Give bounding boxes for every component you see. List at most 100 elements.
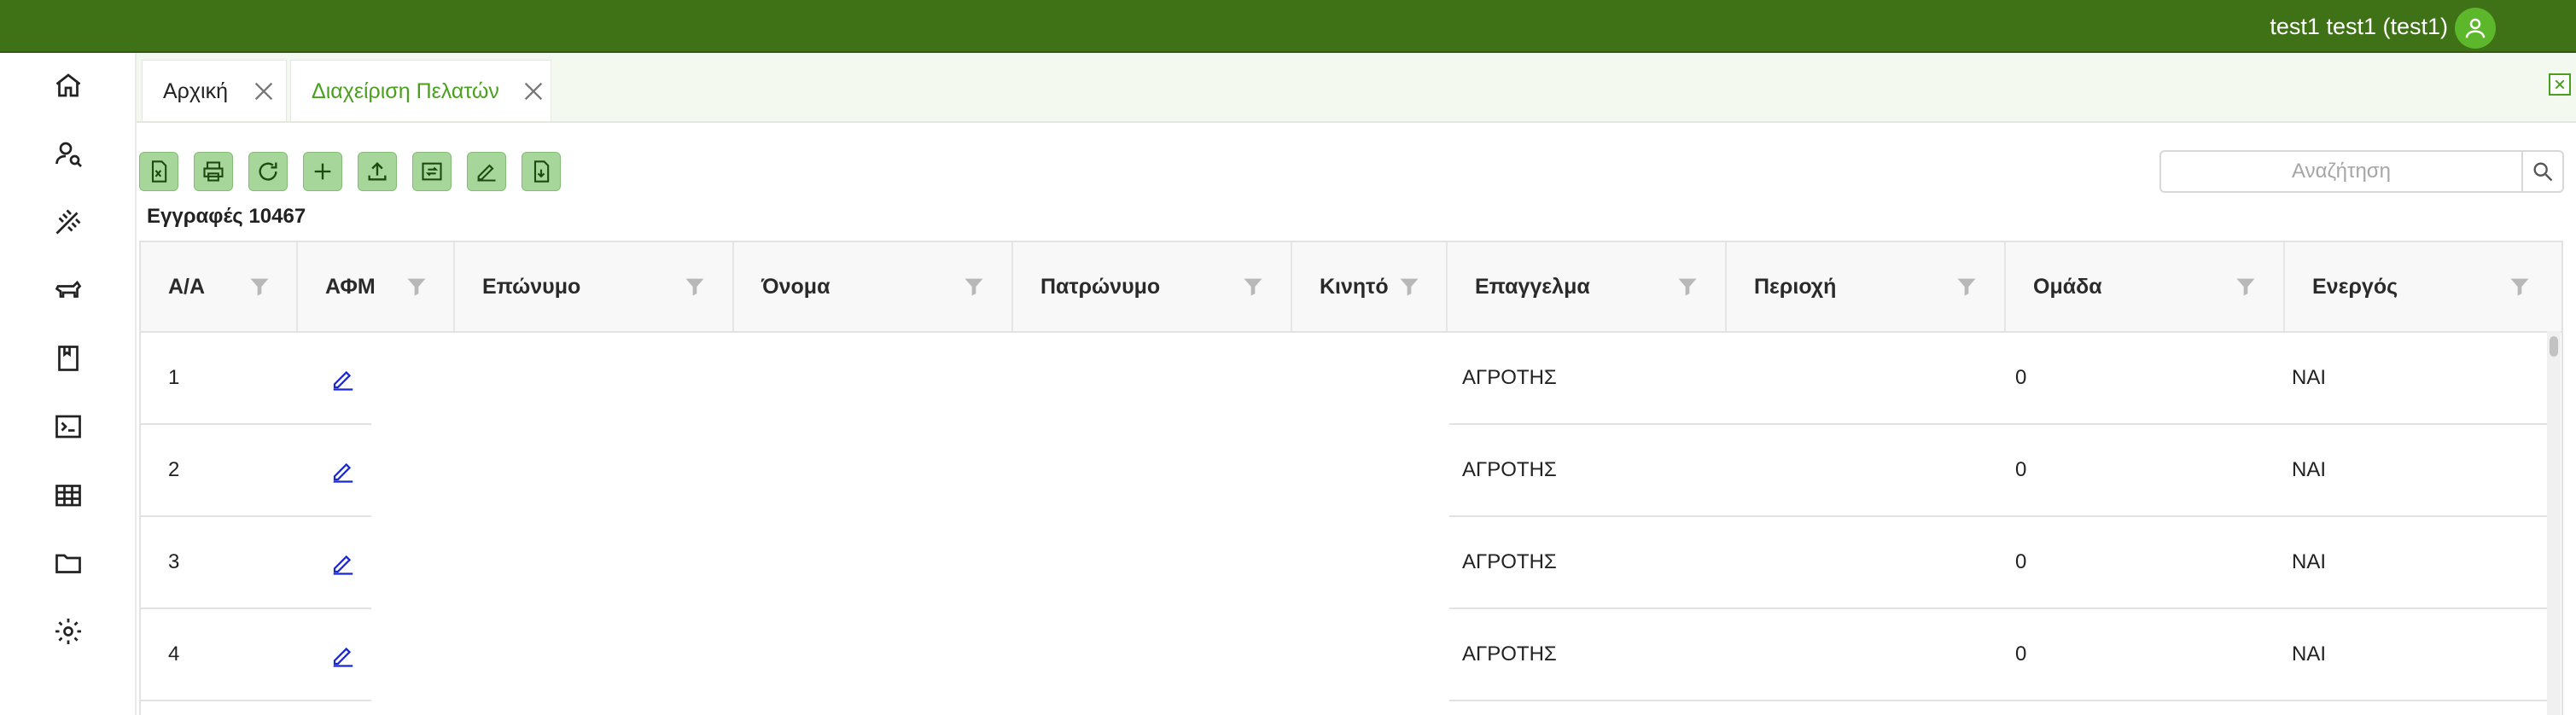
column-label: Πατρώνυμο <box>1040 275 1161 299</box>
add-icon <box>314 163 331 180</box>
refresh-icon <box>259 162 277 181</box>
home-icon[interactable] <box>48 65 89 106</box>
edit-icon[interactable] <box>330 549 356 577</box>
refresh-button[interactable] <box>248 152 288 191</box>
tab-strip: Αρχική Διαχείριση Πελατών <box>137 53 2576 123</box>
edit-button[interactable] <box>467 152 506 191</box>
column-header-kinito[interactable]: Κινητό <box>1292 242 1448 331</box>
tab-customer-management-label: Διαχείριση Πελατών <box>312 79 499 103</box>
user-name-label[interactable]: test1 test1 (test1) <box>2270 0 2448 53</box>
filter-icon[interactable] <box>682 275 708 299</box>
column-header-omada[interactable]: Ομάδα <box>2006 242 2285 331</box>
column-label: Περιοχή <box>1754 275 1837 299</box>
column-header-patronymo[interactable]: Πατρώνυμο <box>1013 242 1292 331</box>
filter-icon[interactable] <box>247 275 272 299</box>
filter-icon[interactable] <box>404 275 429 299</box>
filter-icon[interactable] <box>1675 275 1700 299</box>
user-search-icon[interactable] <box>48 133 89 174</box>
upload-icon <box>368 162 387 181</box>
cell-energos: ΝΑΙ <box>2292 550 2327 573</box>
table-header: Α/Α ΑΦΜ Επώνυμο Όνομα Πατρώνυμο Κινητό Ε… <box>141 242 2561 333</box>
column-label: Α/Α <box>168 275 206 299</box>
table-icon[interactable] <box>48 474 89 515</box>
filter-icon[interactable] <box>1954 275 1979 299</box>
sync-button[interactable] <box>412 152 452 191</box>
sidebar <box>0 53 137 715</box>
column-header-epaggelma[interactable]: Επαγγελμα <box>1448 242 1727 331</box>
print-icon <box>203 161 224 182</box>
cell-epaggelma: ΑΓΡΟΤΗΣ <box>1462 550 1557 573</box>
column-header-energos[interactable]: Ενεργός <box>2285 242 2561 331</box>
filter-icon[interactable] <box>2233 275 2258 299</box>
scrollbar-thumb[interactable] <box>2550 336 2558 357</box>
terminal-icon[interactable] <box>48 406 89 447</box>
upload-button[interactable] <box>358 152 397 191</box>
column-label: ΑΦΜ <box>325 275 376 299</box>
tab-home[interactable]: Αρχική <box>142 60 287 121</box>
edit-icon[interactable] <box>330 457 356 485</box>
column-label: Ενεργός <box>2312 275 2398 299</box>
column-header-eponymo[interactable]: Επώνυμο <box>455 242 734 331</box>
export-excel-icon <box>151 160 167 183</box>
tab-home-label: Αρχική <box>163 79 228 103</box>
row-divider <box>1449 700 2550 701</box>
gear-icon[interactable] <box>48 611 89 652</box>
column-header-afm[interactable]: ΑΦΜ <box>298 242 455 331</box>
import-file-button[interactable] <box>522 152 561 191</box>
column-header-aa[interactable]: Α/Α <box>141 242 298 331</box>
edit-pen-icon <box>477 164 496 182</box>
column-label: Ομάδα <box>2033 275 2102 299</box>
table-row[interactable]: 3 ΑΓΡΟΤΗΣ 0 ΝΑΙ <box>141 517 2548 609</box>
filter-icon[interactable] <box>1396 275 1422 299</box>
cell-omada: 0 <box>2015 550 2027 573</box>
column-header-perioxi[interactable]: Περιοχή <box>1727 242 2006 331</box>
sync-icon <box>422 162 442 181</box>
table-row[interactable]: 4 ΑΓΡΟΤΗΣ 0 ΝΑΙ <box>141 609 2548 701</box>
table-scrollbar[interactable] <box>2547 331 2561 715</box>
cell-omada: 0 <box>2015 642 2027 666</box>
import-file-icon <box>533 160 550 183</box>
cell-epaggelma: ΑΓΡΟΤΗΣ <box>1462 458 1557 481</box>
book-icon[interactable] <box>48 338 89 379</box>
tab-customer-management[interactable]: Διαχείριση Πελατών <box>290 60 551 121</box>
cell-omada: 0 <box>2015 458 2027 481</box>
cell-epaggelma: ΑΓΡΟΤΗΣ <box>1462 366 1557 389</box>
export-excel-button[interactable] <box>139 152 178 191</box>
filter-icon[interactable] <box>961 275 987 299</box>
cell-aa: 2 <box>168 458 180 481</box>
edit-icon[interactable] <box>330 365 356 392</box>
table-row[interactable]: 1 ΑΓΡΟΤΗΣ 0 ΝΑΙ <box>141 333 2548 425</box>
records-count: Εγγραφές 10467 <box>147 205 306 228</box>
filter-icon[interactable] <box>2507 275 2532 299</box>
add-button[interactable] <box>303 152 342 191</box>
livestock-icon[interactable] <box>48 270 89 311</box>
close-all-tabs-icon[interactable] <box>2549 73 2571 96</box>
column-header-onoma[interactable]: Όνομα <box>734 242 1013 331</box>
search-button[interactable] <box>2521 150 2564 193</box>
cell-energos: ΝΑΙ <box>2292 642 2327 666</box>
user-avatar-icon[interactable] <box>2455 8 2496 49</box>
close-icon[interactable] <box>522 79 545 103</box>
table-row[interactable]: 2 ΑΓΡΟΤΗΣ 0 ΝΑΙ <box>141 425 2548 517</box>
filter-icon[interactable] <box>1240 275 1266 299</box>
wheat-icon[interactable] <box>48 201 89 242</box>
close-icon[interactable] <box>252 79 276 103</box>
cell-aa: 1 <box>168 366 180 389</box>
cell-energos: ΝΑΙ <box>2292 458 2327 481</box>
print-button[interactable] <box>194 152 233 191</box>
top-bar: test1 test1 (test1) <box>0 0 2576 53</box>
cell-epaggelma: ΑΓΡΟΤΗΣ <box>1462 642 1557 666</box>
cell-aa: 3 <box>168 550 180 573</box>
column-label: Επώνυμο <box>482 275 581 299</box>
search-icon <box>2533 162 2553 182</box>
row-divider <box>141 700 371 701</box>
folder-icon[interactable] <box>48 543 89 584</box>
cell-omada: 0 <box>2015 366 2027 389</box>
column-label: Κινητό <box>1320 275 1389 299</box>
customers-table: Α/Α ΑΦΜ Επώνυμο Όνομα Πατρώνυμο Κινητό Ε… <box>139 241 2563 715</box>
edit-icon[interactable] <box>330 642 356 669</box>
column-label: Όνομα <box>761 275 830 299</box>
cell-aa: 4 <box>168 642 180 666</box>
cell-energos: ΝΑΙ <box>2292 366 2327 389</box>
search-input[interactable]: Αναζήτηση <box>2159 150 2523 193</box>
